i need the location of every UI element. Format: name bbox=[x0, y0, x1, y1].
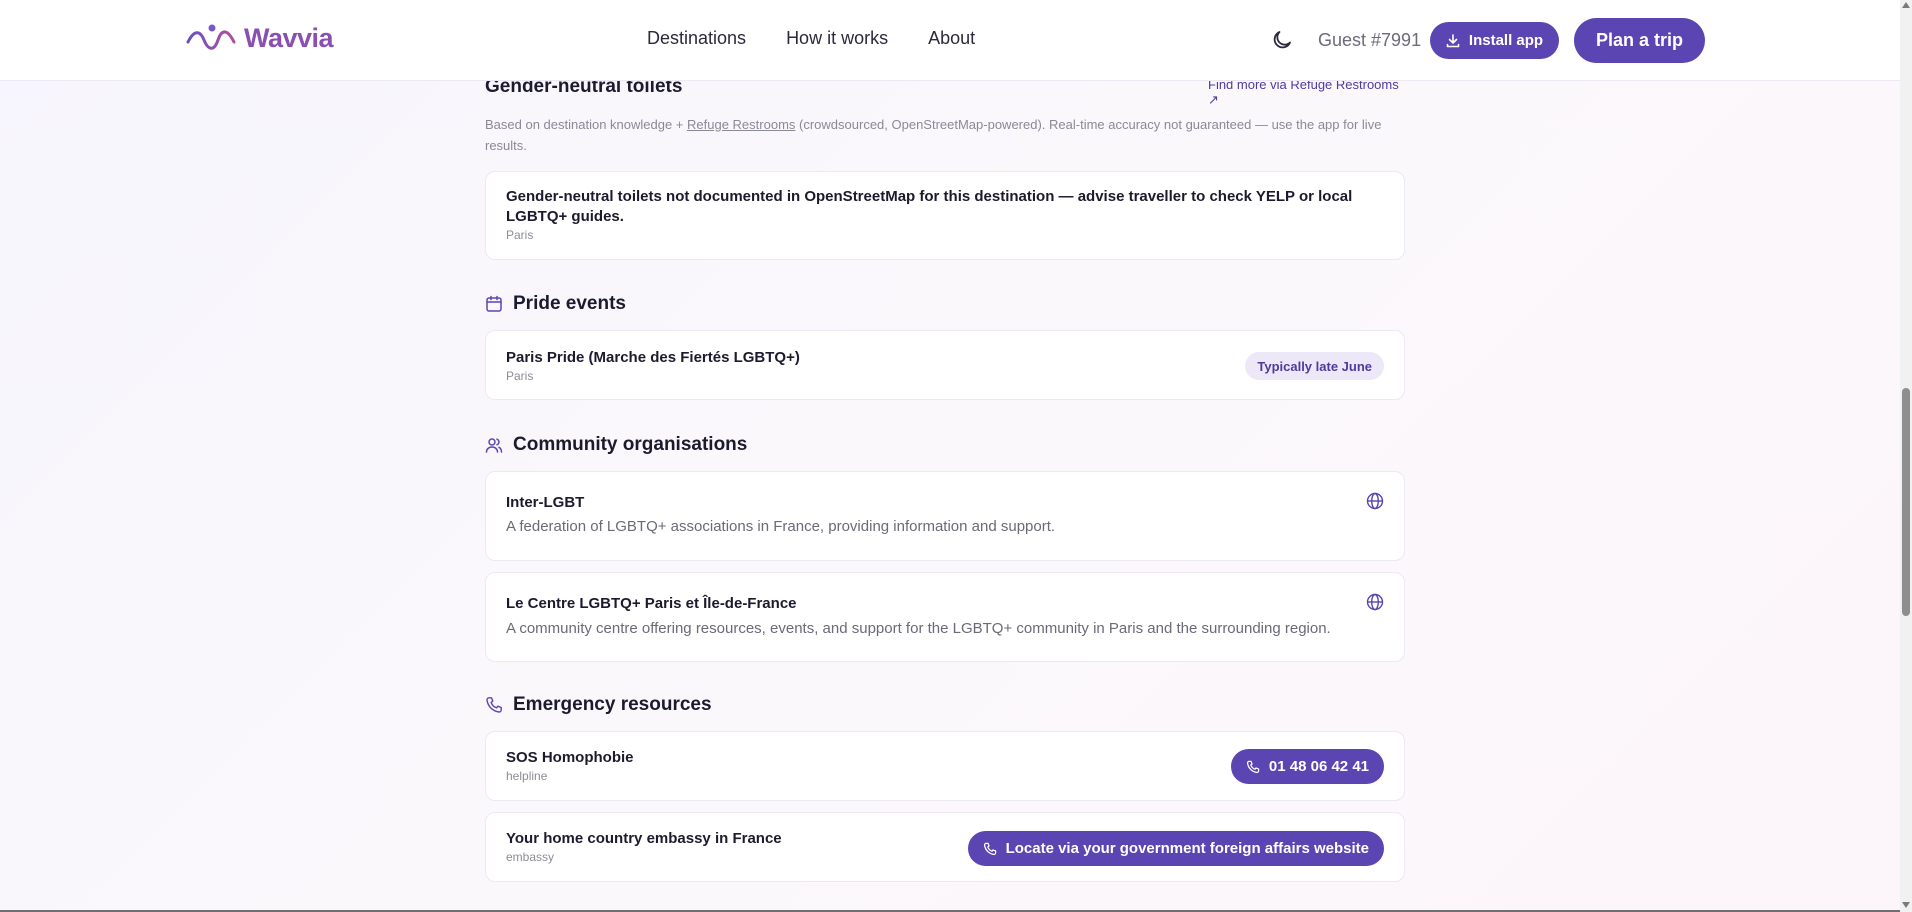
nav-how-it-works[interactable]: How it works bbox=[786, 28, 888, 49]
emergency-card: Your home country embassy in France emba… bbox=[485, 812, 1405, 882]
scroll-up-arrow-icon[interactable] bbox=[1902, 2, 1910, 8]
emergency-heading: Emergency resources bbox=[485, 694, 712, 716]
org-description: A community centre offering resources, e… bbox=[506, 620, 1331, 637]
pride-event-card: Paris Pride (Marche des Fiertés LGBTQ+) … bbox=[485, 330, 1405, 400]
pride-event-date-badge: Typically late June bbox=[1245, 352, 1384, 380]
install-app-label: Install app bbox=[1468, 32, 1544, 49]
refuge-restrooms-inline-link[interactable]: Refuge Restrooms bbox=[687, 117, 795, 132]
emergency-card: SOS Homophobie helpline 01 48 06 42 41 bbox=[485, 731, 1405, 801]
emergency-name: SOS Homophobie bbox=[506, 749, 634, 766]
community-heading: Community organisations bbox=[485, 434, 747, 456]
phone-icon bbox=[486, 697, 502, 713]
community-title: Community organisations bbox=[513, 434, 748, 455]
emergency-type: embassy bbox=[506, 850, 555, 864]
embassy-locate-button[interactable]: Locate via your government foreign affai… bbox=[967, 831, 1384, 866]
pride-event-name: Paris Pride (Marche des Fiertés LGBTQ+) bbox=[506, 349, 800, 366]
scroll-down-arrow-icon[interactable] bbox=[1902, 902, 1910, 908]
guest-label: Guest #7991 bbox=[1318, 30, 1422, 50]
refuge-restrooms-link[interactable]: Find more via Refuge Restrooms ↗ bbox=[1208, 77, 1405, 108]
globe-icon[interactable] bbox=[1366, 492, 1384, 510]
org-card: Inter-LGBT A federation of LGBTQ+ associ… bbox=[485, 471, 1405, 561]
pride-event-location: Paris bbox=[506, 369, 534, 383]
helpline-number: 01 48 06 42 41 bbox=[1268, 758, 1369, 775]
org-card: Le Centre LGBTQ+ Paris et Île-de-France … bbox=[485, 572, 1405, 662]
pride-title: Pride events bbox=[513, 293, 626, 314]
wave-logo-icon bbox=[186, 24, 236, 50]
emergency-type: helpline bbox=[506, 769, 548, 783]
toilets-note: Based on destination knowledge + Refuge … bbox=[485, 114, 1405, 156]
logo-text: Wavvia bbox=[244, 22, 334, 53]
vertical-scrollbar[interactable] bbox=[1900, 0, 1912, 912]
nav-about[interactable]: About bbox=[928, 28, 975, 49]
logo[interactable]: Wavvia bbox=[186, 22, 334, 54]
phone-icon bbox=[1246, 760, 1260, 773]
toilets-card-location: Paris bbox=[506, 228, 534, 242]
org-name: Le Centre LGBTQ+ Paris et Île-de-France bbox=[506, 595, 797, 612]
org-description: A federation of LGBTQ+ associations in F… bbox=[506, 518, 1056, 535]
call-helpline-button[interactable]: 01 48 06 42 41 bbox=[1230, 749, 1384, 784]
pride-heading: Pride events bbox=[485, 293, 626, 315]
main-nav: Destinations How it works About bbox=[647, 28, 975, 49]
install-app-button[interactable]: Install app bbox=[1430, 22, 1559, 59]
toilets-card-title: Gender-neutral toilets not documented in… bbox=[506, 188, 1353, 225]
download-icon bbox=[1446, 33, 1460, 47]
note-prefix: Based on destination knowledge + bbox=[485, 117, 688, 132]
org-name: Inter-LGBT bbox=[506, 494, 585, 511]
embassy-action: Locate via your government foreign affai… bbox=[1005, 840, 1369, 857]
emergency-title: Emergency resources bbox=[513, 694, 712, 715]
site-header: Wavvia Destinations How it works About G… bbox=[0, 0, 1900, 81]
moon-icon[interactable] bbox=[1270, 28, 1294, 52]
users-icon bbox=[485, 438, 503, 453]
plan-trip-label: Plan a trip bbox=[1595, 30, 1684, 50]
toilets-card: Gender-neutral toilets not documented in… bbox=[485, 171, 1405, 260]
emergency-name: Your home country embassy in France bbox=[506, 830, 782, 847]
plan-trip-button[interactable]: Plan a trip bbox=[1574, 18, 1705, 63]
phone-icon bbox=[983, 842, 996, 855]
calendar-icon bbox=[486, 295, 502, 312]
scroll-thumb[interactable] bbox=[1902, 388, 1910, 616]
globe-icon[interactable] bbox=[1366, 593, 1384, 611]
nav-destinations[interactable]: Destinations bbox=[647, 28, 746, 49]
